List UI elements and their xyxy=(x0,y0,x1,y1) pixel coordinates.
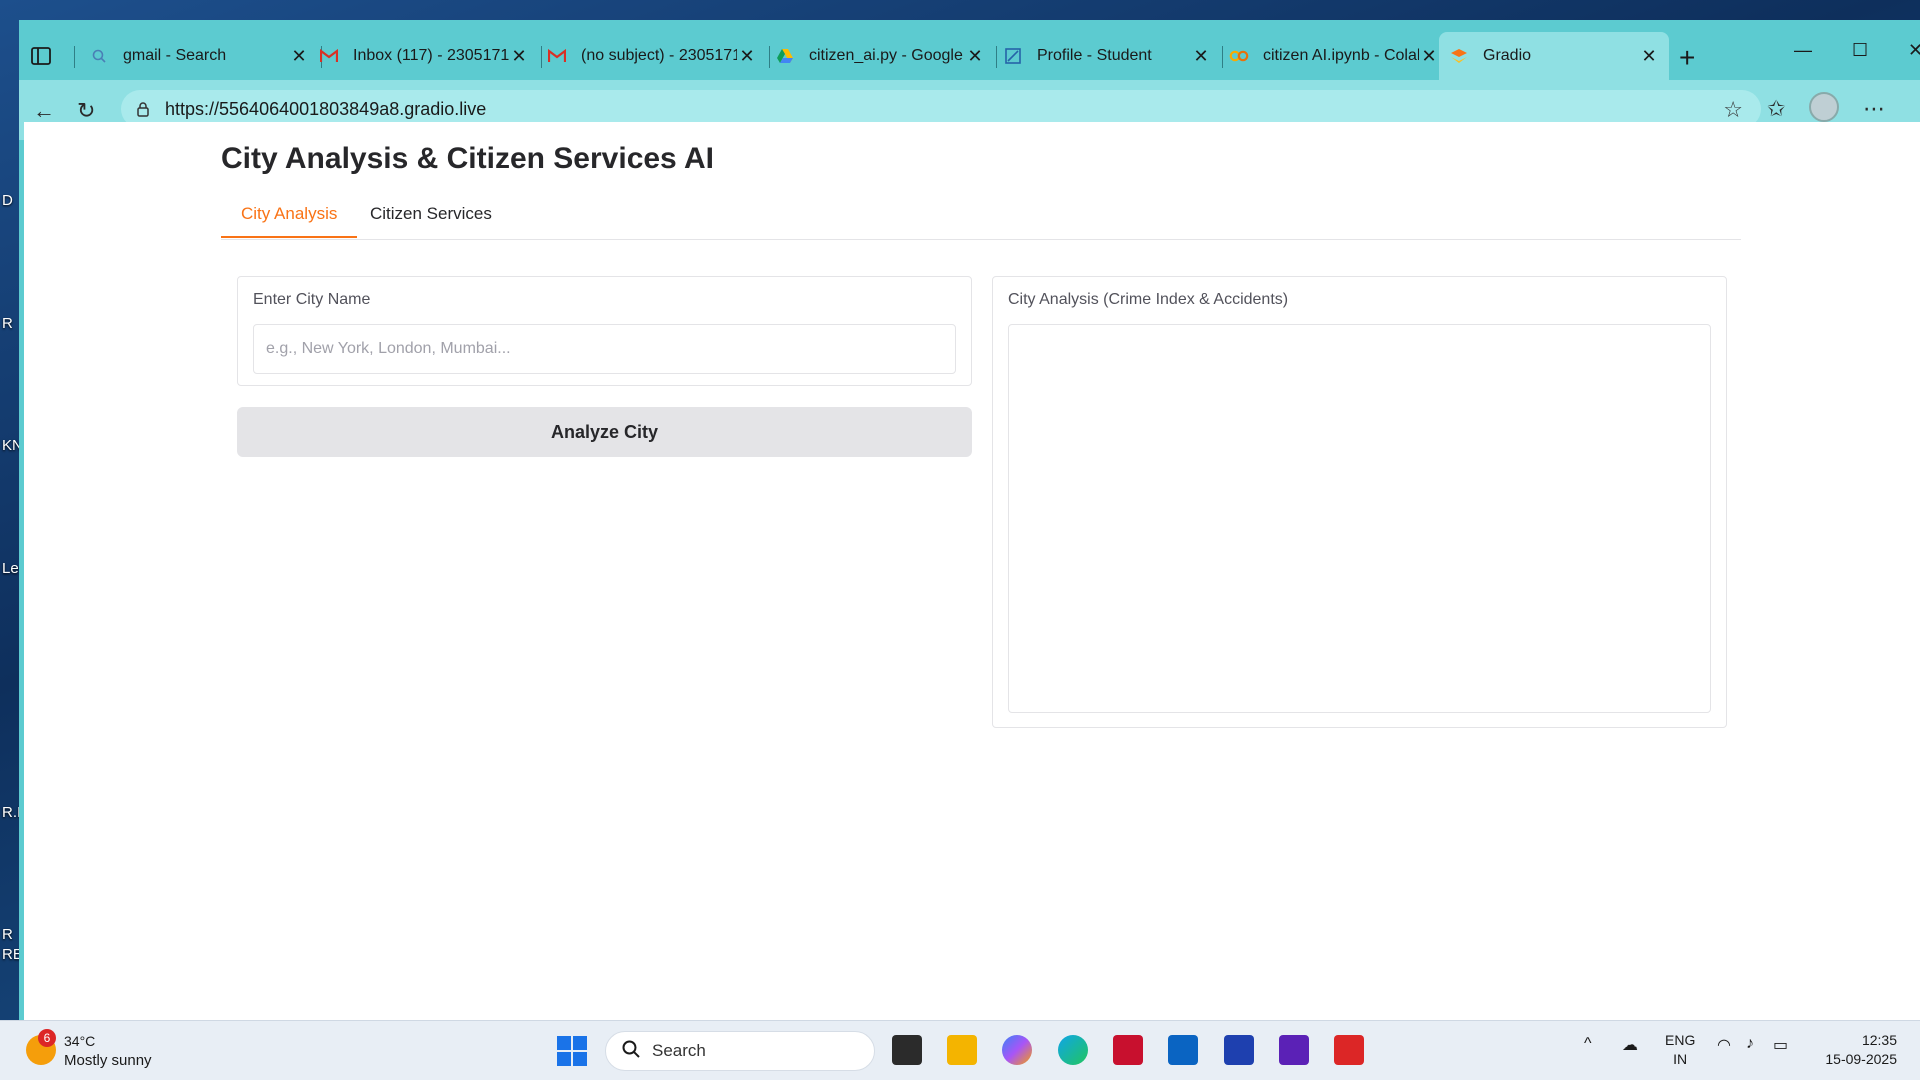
analysis-output-label: City Analysis (Crime Index & Accidents) xyxy=(1008,291,1289,308)
visual-studio-icon[interactable] xyxy=(1279,1035,1309,1065)
language-code: ENG xyxy=(1665,1032,1696,1048)
clock-date: 15-09-2025 xyxy=(1825,1051,1897,1067)
close-icon[interactable]: ✕ xyxy=(737,46,757,67)
browser-tab[interactable]: Profile - Student ✕ xyxy=(993,36,1221,76)
favorites-icon[interactable]: ✩ xyxy=(1767,96,1785,122)
tab-label: citizen_ai.py - Google D xyxy=(809,47,965,64)
edge-icon[interactable] xyxy=(1058,1035,1088,1065)
browser-tab[interactable]: citizen_ai.py - Google D ✕ xyxy=(765,36,995,76)
tab-label: gmail - Search xyxy=(123,47,227,64)
weather-temperature[interactable]: 34°C xyxy=(64,1033,95,1049)
weather-badge: 6 xyxy=(38,1029,56,1047)
browser-tab[interactable]: citizen AI.ipynb - Colab ✕ xyxy=(1219,36,1449,76)
close-icon[interactable]: ✕ xyxy=(1191,46,1211,67)
gmail-icon xyxy=(319,46,339,66)
windows-start-icon[interactable] xyxy=(557,1036,587,1066)
gradio-icon xyxy=(1449,46,1469,66)
file-explorer-icon[interactable] xyxy=(947,1035,977,1065)
mcafee-icon[interactable] xyxy=(1113,1035,1143,1065)
taskbar: 6 34°C Mostly sunny Search ^ ☁ ENG IN ◠ … xyxy=(0,1020,1920,1080)
tab-label: Inbox (117) - 23051710 xyxy=(353,47,509,64)
profile-icon xyxy=(1003,46,1023,66)
tab-actions-icon[interactable] xyxy=(29,44,53,68)
tab-label: Profile - Student xyxy=(1037,47,1152,64)
desktop-icon-label: R xyxy=(2,315,13,332)
browser-tab-active[interactable]: Gradio ✕ xyxy=(1439,32,1669,80)
l-app-icon[interactable] xyxy=(1224,1035,1254,1065)
favorite-star-icon[interactable]: ☆ xyxy=(1723,97,1743,123)
close-icon[interactable]: ✕ xyxy=(965,46,985,67)
chevron-up-icon[interactable]: ^ xyxy=(1584,1035,1592,1053)
gradio-page: City Analysis & Citizen Services AI City… xyxy=(24,122,1920,1020)
remote-app-icon[interactable] xyxy=(1334,1035,1364,1065)
app-tabs: City Analysis Citizen Services xyxy=(221,194,1741,240)
close-icon[interactable]: ✕ xyxy=(1639,46,1659,67)
tab-label: (no subject) - 2305171 xyxy=(581,47,737,64)
maximize-icon[interactable]: ☐ xyxy=(1852,40,1868,61)
back-icon[interactable]: ← xyxy=(33,98,55,124)
url-text: https://5564064001803849a8.gradio.live xyxy=(165,98,487,119)
search-icon xyxy=(622,1040,640,1063)
cloud-sync-icon[interactable]: ☁ xyxy=(1622,1035,1638,1055)
city-input-block: Enter City Name xyxy=(237,276,972,386)
search-icon xyxy=(89,46,109,66)
desktop-icon-label: D xyxy=(2,192,13,209)
browser-tab[interactable]: gmail - Search ✕ xyxy=(79,36,319,76)
lock-icon xyxy=(135,101,151,117)
desktop-icon-label: R xyxy=(2,926,13,943)
city-input-label: Enter City Name xyxy=(253,291,371,308)
tab-city-analysis[interactable]: City Analysis xyxy=(221,204,358,238)
language-region: IN xyxy=(1673,1051,1688,1067)
taskbar-search[interactable]: Search xyxy=(605,1031,875,1071)
tab-label: Gradio xyxy=(1483,47,1532,64)
tab-citizen-services[interactable]: Citizen Services xyxy=(370,204,492,236)
close-icon[interactable]: ✕ xyxy=(1419,46,1439,67)
close-icon[interactable]: ✕ xyxy=(289,46,309,67)
window-close-icon[interactable]: ✕ xyxy=(1908,40,1920,61)
taskbar-search-label: Search xyxy=(652,1041,706,1060)
city-name-input[interactable] xyxy=(253,324,956,374)
clock[interactable]: 12:35 15-09-2025 xyxy=(1815,1031,1897,1069)
task-view-icon[interactable] xyxy=(892,1035,922,1065)
analysis-output-textarea[interactable] xyxy=(1008,324,1711,713)
new-tab-button[interactable]: + xyxy=(1679,42,1695,74)
analyze-city-button[interactable]: Analyze City xyxy=(237,407,972,457)
outlook-icon[interactable] xyxy=(1168,1035,1198,1065)
language-indicator[interactable]: ENG IN xyxy=(1665,1031,1695,1069)
more-options-icon[interactable]: ⋯ xyxy=(1863,96,1885,122)
profile-avatar[interactable] xyxy=(1809,92,1839,122)
refresh-icon[interactable]: ↻ xyxy=(77,98,95,124)
copilot-icon[interactable] xyxy=(1002,1035,1032,1065)
minimize-icon[interactable]: — xyxy=(1794,40,1812,61)
clock-time: 12:35 xyxy=(1861,1032,1897,1048)
volume-icon[interactable]: ♪ xyxy=(1746,1035,1754,1053)
weather-description[interactable]: Mostly sunny xyxy=(64,1052,152,1069)
tab-label: citizen AI.ipynb - Colab xyxy=(1263,47,1419,64)
gmail-icon xyxy=(547,46,567,66)
browser-tab[interactable]: Inbox (117) - 23051710 ✕ xyxy=(309,36,539,76)
browser-tab[interactable]: (no subject) - 2305171 ✕ xyxy=(537,36,767,76)
desktop-icon-label: Le xyxy=(2,560,19,577)
page-title: City Analysis & Citizen Services AI xyxy=(221,142,714,175)
google-drive-icon xyxy=(775,46,795,66)
analysis-output-block: City Analysis (Crime Index & Accidents) xyxy=(992,276,1727,728)
tab-strip: gmail - Search ✕ Inbox (117) - 23051710 … xyxy=(19,28,1920,84)
close-icon[interactable]: ✕ xyxy=(509,46,529,67)
battery-icon[interactable]: ▭ xyxy=(1773,1035,1788,1055)
colab-icon xyxy=(1229,46,1249,66)
wifi-icon[interactable]: ◠ xyxy=(1717,1035,1731,1055)
